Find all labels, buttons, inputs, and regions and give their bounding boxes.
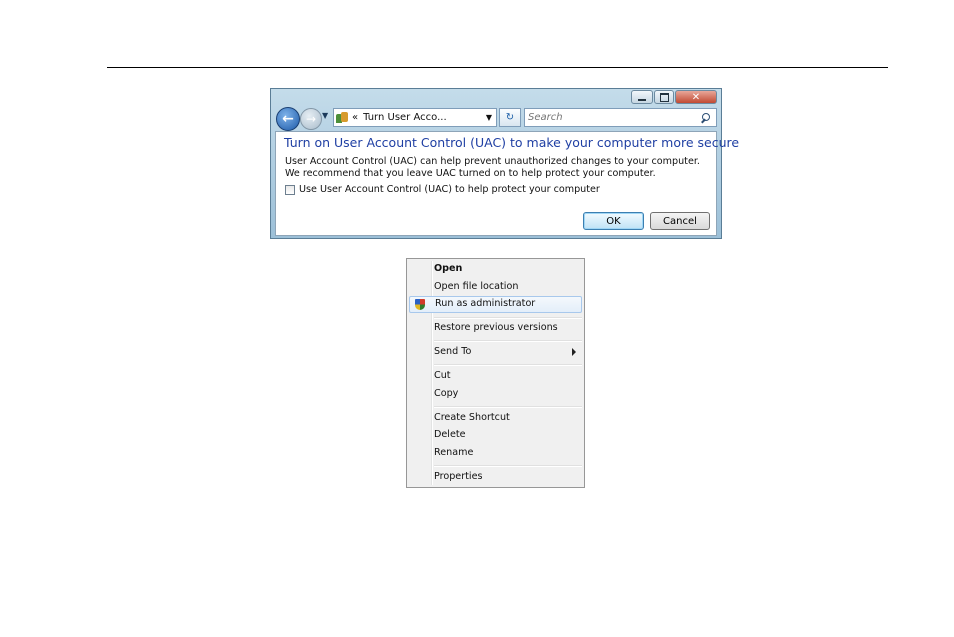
refresh-button[interactable]: ↻ [499, 108, 521, 127]
refresh-icon: ↻ [505, 112, 515, 123]
menu-item-properties[interactable]: Properties [409, 469, 582, 486]
search-input[interactable] [525, 109, 696, 126]
close-icon: ✕ [691, 91, 701, 103]
menu-item-label: Delete [434, 429, 466, 440]
maximize-button[interactable] [654, 90, 674, 104]
chevron-right-icon [572, 348, 576, 356]
menu-item-restore-previous-versions[interactable]: Restore previous versions [409, 320, 582, 337]
menu-separator [434, 340, 582, 342]
close-button[interactable]: ✕ [675, 90, 717, 104]
menu-item-label: Run as administrator [435, 298, 536, 309]
menu-item-label: Send To [434, 346, 472, 357]
minimize-icon [638, 98, 646, 101]
ok-button[interactable]: OK [583, 212, 644, 230]
menu-separator [434, 317, 582, 319]
menu-item-send-to[interactable]: Send To [409, 344, 582, 361]
menu-item-delete[interactable]: Delete [409, 427, 582, 444]
address-dropdown-icon[interactable]: ▼ [486, 113, 492, 122]
navigation-bar: ← → ▼ « Turn User Acco... ▼ ↻ [275, 105, 717, 131]
uac-description: User Account Control (UAC) can help prev… [285, 156, 700, 179]
control-panel-icon [336, 111, 349, 124]
search-icon[interactable] [700, 112, 710, 123]
forward-button[interactable]: → [300, 108, 322, 130]
menu-separator [434, 465, 582, 467]
search-box [524, 108, 717, 127]
menu-item-label: Copy [434, 388, 459, 399]
menu-item-rename[interactable]: Rename [409, 445, 582, 462]
menu-item-label: Open [434, 263, 463, 274]
uac-content-panel: Turn on User Account Control (UAC) to ma… [275, 131, 739, 236]
uac-control-panel-window: ✕ ← → ▼ « Turn User Acco... ▼ ↻ Turn on … [270, 88, 739, 239]
menu-item-open-file-location[interactable]: Open file location [409, 279, 582, 296]
caption-buttons: ✕ [630, 90, 717, 104]
menu-item-label: Properties [434, 471, 483, 482]
menu-item-copy[interactable]: Copy [409, 386, 582, 403]
address-text: Turn User Acco... [363, 112, 447, 123]
maximize-icon [659, 92, 669, 102]
back-arrow-icon: ← [282, 111, 294, 127]
page-top-rule [107, 67, 888, 68]
menu-item-label: Create Shortcut [434, 412, 510, 423]
menu-separator [434, 364, 582, 366]
minimize-button[interactable] [631, 90, 653, 104]
menu-item-open[interactable]: Open [409, 261, 582, 278]
context-menu: Open Open file location Run as administr… [406, 258, 585, 488]
uac-shield-icon [415, 299, 425, 310]
menu-item-label: Open file location [434, 281, 519, 292]
address-prefix[interactable]: « [352, 112, 358, 123]
menu-item-create-shortcut[interactable]: Create Shortcut [409, 410, 582, 427]
menu-item-label: Rename [434, 447, 474, 458]
back-button[interactable]: ← [276, 107, 300, 131]
uac-checkbox-row[interactable]: Use User Account Control (UAC) to help p… [285, 184, 600, 195]
cancel-button[interactable]: Cancel [650, 212, 710, 230]
menu-item-label: Cut [434, 370, 451, 381]
uac-checkbox-label[interactable]: Use User Account Control (UAC) to help p… [299, 184, 600, 195]
forward-arrow-icon: → [305, 112, 317, 126]
menu-item-cut[interactable]: Cut [409, 368, 582, 385]
uac-checkbox[interactable] [285, 184, 295, 195]
address-bar[interactable]: « Turn User Acco... ▼ [333, 108, 497, 127]
menu-item-label: Restore previous versions [434, 322, 558, 333]
recent-pages-dropdown[interactable]: ▼ [322, 111, 328, 120]
page-title: Turn on User Account Control (UAC) to ma… [284, 135, 740, 150]
menu-separator [434, 406, 582, 408]
menu-item-run-as-administrator[interactable]: Run as administrator [409, 296, 582, 313]
